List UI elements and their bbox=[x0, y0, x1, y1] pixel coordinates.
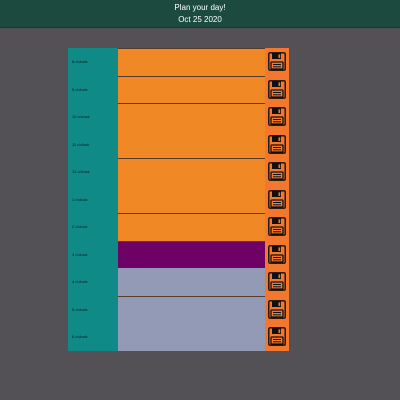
event-textarea[interactable] bbox=[118, 268, 265, 296]
floppy-disk-icon bbox=[268, 162, 286, 182]
floppy-disk-icon bbox=[268, 189, 286, 209]
floppy-disk-icon bbox=[268, 107, 286, 127]
save-button[interactable] bbox=[265, 75, 289, 103]
save-button[interactable] bbox=[265, 240, 289, 268]
save-button[interactable] bbox=[265, 130, 289, 158]
event-textarea[interactable] bbox=[118, 48, 265, 76]
save-button[interactable] bbox=[265, 295, 289, 323]
save-button[interactable] bbox=[265, 103, 289, 131]
floppy-disk-icon bbox=[268, 327, 286, 347]
event-textarea[interactable] bbox=[118, 103, 265, 158]
hour-label: 1 o'clock bbox=[68, 185, 118, 213]
hour-label: 2 o'clock bbox=[68, 213, 118, 241]
floppy-disk-icon bbox=[268, 79, 286, 99]
save-button[interactable] bbox=[265, 323, 289, 351]
hour-label: 12 o'clock bbox=[68, 158, 118, 186]
hour-label: 6 o'clock bbox=[68, 323, 118, 351]
event-textarea[interactable] bbox=[118, 240, 265, 268]
event-textarea[interactable] bbox=[118, 295, 265, 351]
hour-label: 8 o'clock bbox=[68, 48, 118, 76]
hour-label: 10 o'clock bbox=[68, 103, 118, 131]
floppy-disk-icon bbox=[268, 52, 286, 72]
hour-label: 4 o'clock bbox=[68, 268, 118, 296]
current-date: Oct 25 2020 bbox=[178, 15, 222, 24]
planner-grid: 8 o'clock 9 o'clock 10 o'clock 11 o'cloc… bbox=[68, 48, 289, 351]
save-button[interactable] bbox=[265, 48, 289, 76]
hour-label: 5 o'clock bbox=[68, 295, 118, 323]
save-button[interactable] bbox=[265, 268, 289, 296]
hour-label: 9 o'clock bbox=[68, 75, 118, 103]
save-button[interactable] bbox=[265, 158, 289, 186]
page-title: Plan your day! bbox=[174, 3, 226, 12]
event-textarea[interactable] bbox=[118, 158, 265, 213]
save-button[interactable] bbox=[265, 185, 289, 213]
app-header: Plan your day! Oct 25 2020 bbox=[0, 0, 400, 28]
event-textarea[interactable] bbox=[118, 75, 265, 103]
hour-label: 11 o'clock bbox=[68, 130, 118, 158]
floppy-disk-icon bbox=[268, 244, 286, 264]
hour-label: 3 o'clock bbox=[68, 240, 118, 268]
save-button[interactable] bbox=[265, 213, 289, 241]
floppy-disk-icon bbox=[268, 134, 286, 154]
floppy-disk-icon bbox=[268, 299, 286, 319]
floppy-disk-icon bbox=[268, 217, 286, 237]
event-textarea[interactable] bbox=[118, 213, 265, 241]
floppy-disk-icon bbox=[268, 272, 286, 292]
